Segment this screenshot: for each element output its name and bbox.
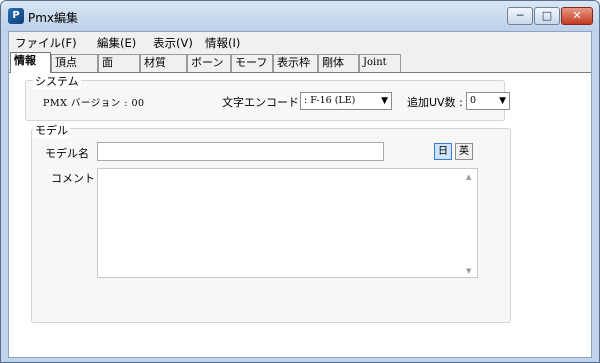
- comment-textarea[interactable]: [97, 168, 478, 278]
- tab-strip: 情報 頂点 面 材質 ボーン モーフ 表示枠 剛体 Joint: [9, 52, 591, 73]
- client-area: ファイル(F) 編集(E) 表示(V) 情報(I) 情報 頂点 面 材質 ボーン…: [8, 31, 592, 358]
- uv-count-select[interactable]: 0 ▼: [466, 92, 510, 110]
- encode-label: 文字エンコード: [222, 96, 299, 109]
- tab-vertex[interactable]: 頂点: [51, 54, 98, 72]
- menu-file[interactable]: ファイル(F): [15, 35, 77, 51]
- scroll-up-icon[interactable]: ▲: [466, 173, 471, 181]
- encode-select-value: : F-16 (LE): [304, 95, 356, 106]
- tab-morph[interactable]: モーフ: [231, 54, 273, 72]
- tab-bone[interactable]: ボーン: [187, 54, 231, 72]
- model-name-input[interactable]: [97, 142, 384, 161]
- encode-select[interactable]: : F-16 (LE) ▼: [300, 92, 392, 110]
- uv-count-value: 0: [470, 95, 477, 106]
- dropdown-arrow-icon: ▼: [381, 96, 388, 106]
- menu-info[interactable]: 情報(I): [205, 35, 240, 51]
- scroll-down-icon[interactable]: ▼: [466, 267, 471, 275]
- model-name-label: モデル名: [45, 147, 89, 160]
- tab-display-frame[interactable]: 表示枠: [273, 54, 318, 72]
- tab-info[interactable]: 情報: [10, 52, 51, 73]
- window-title: Pmx編集: [28, 11, 79, 25]
- tab-joint[interactable]: Joint: [359, 54, 401, 72]
- maximize-button[interactable]: □: [534, 7, 560, 25]
- menu-view[interactable]: 表示(V): [153, 35, 193, 51]
- tab-face[interactable]: 面: [98, 54, 140, 72]
- title-bar[interactable]: P Pmx編集 ─ □ ✕: [1, 1, 599, 31]
- minimize-button[interactable]: ─: [507, 7, 533, 25]
- main-window: P Pmx編集 ─ □ ✕ ファイル(F) 編集(E) 表示(V) 情報(I) …: [0, 0, 600, 363]
- system-group-title: システム: [33, 73, 81, 89]
- info-panel: システム PMX バージョン : 00 文字エンコード : F-16 (LE) …: [9, 72, 591, 357]
- english-toggle-button[interactable]: 英: [455, 143, 473, 160]
- menu-bar: ファイル(F) 編集(E) 表示(V) 情報(I): [9, 32, 591, 52]
- dropdown-arrow-icon: ▼: [499, 96, 506, 106]
- comment-label: コメント: [51, 172, 95, 185]
- tab-material[interactable]: 材質: [140, 54, 187, 72]
- close-button[interactable]: ✕: [561, 7, 593, 25]
- tab-rigid-body[interactable]: 剛体: [318, 54, 359, 72]
- menu-edit[interactable]: 編集(E): [97, 35, 136, 51]
- uv-count-label: 追加UV数 :: [407, 96, 463, 109]
- japanese-toggle-button[interactable]: 日: [434, 143, 452, 160]
- model-group-title: モデル: [33, 122, 70, 138]
- pmx-version-label: PMX バージョン : 00: [43, 98, 145, 109]
- pmx-app-icon: P: [8, 8, 24, 24]
